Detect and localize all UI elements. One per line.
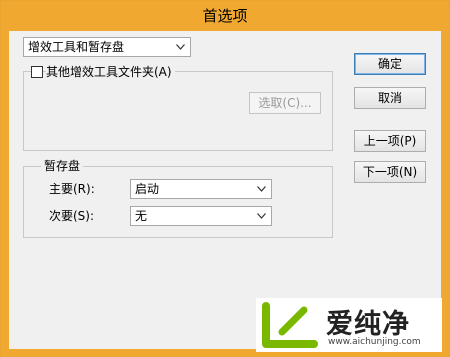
watermark-logo-icon: [262, 302, 318, 348]
chevron-down-icon[interactable]: [254, 180, 268, 198]
next-button[interactable]: 下一项(N): [354, 161, 426, 183]
chevron-down-icon[interactable]: [254, 207, 268, 225]
scratch-disks-group: [23, 166, 333, 238]
section-select-value: 增效工具和暂存盘: [28, 40, 125, 54]
watermark-text: 爱纯净: [326, 309, 410, 340]
section-select[interactable]: 增效工具和暂存盘: [23, 37, 191, 57]
scratch-disks-legend: 暂存盘: [41, 159, 84, 173]
primary-disk-select[interactable]: 启动: [130, 179, 272, 199]
watermark-url: www.aichunjing.com: [328, 337, 421, 347]
dialog-title: 首选项: [1, 1, 449, 31]
secondary-disk-label: 次要(S):: [49, 209, 95, 223]
plugins-folder-label: 其他增效工具文件夹(A): [46, 65, 175, 79]
secondary-disk-select[interactable]: 无: [130, 206, 272, 226]
primary-disk-value: 启动: [135, 182, 160, 196]
ok-button[interactable]: 确定: [354, 53, 426, 75]
choose-folder-button[interactable]: 选取(C)...: [249, 92, 321, 114]
cancel-button[interactable]: 取消: [354, 87, 426, 109]
primary-disk-label: 主要(R):: [49, 182, 95, 196]
site-watermark: 爱纯净 www.aichunjing.com: [256, 298, 442, 352]
previous-button[interactable]: 上一项(P): [354, 130, 426, 152]
secondary-disk-value: 无: [135, 209, 148, 223]
chevron-down-icon[interactable]: [173, 38, 187, 56]
plugins-folder-checkbox[interactable]: [31, 66, 43, 78]
